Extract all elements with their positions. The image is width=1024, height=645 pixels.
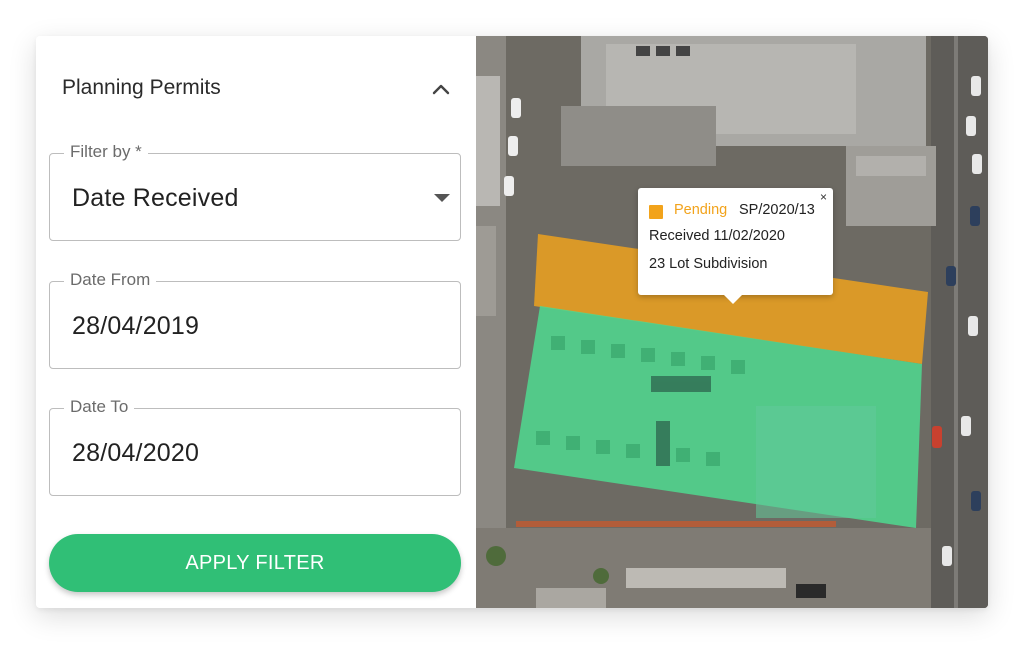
close-icon[interactable]: × (820, 190, 827, 204)
date-to-label: Date To (64, 397, 135, 417)
panel-header[interactable]: Planning Permits (36, 36, 476, 140)
panel-title: Planning Permits (62, 76, 221, 99)
filter-by-label: Filter by * (64, 142, 148, 162)
apply-filter-button[interactable]: APPLY FILTER (49, 534, 461, 592)
date-to-input[interactable] (72, 439, 412, 468)
filter-by-value: Date Received (72, 184, 239, 212)
status-text: Pending (674, 202, 728, 218)
date-from-label: Date From (64, 270, 157, 290)
status-swatch (649, 205, 663, 219)
chevron-up-icon[interactable] (426, 74, 456, 104)
popup-pointer (724, 295, 742, 304)
filter-panel: Planning Permits Filter by * Date Receiv… (36, 36, 476, 608)
permit-description: 23 Lot Subdivision (649, 256, 768, 272)
aerial-map[interactable]: × Pending SP/2020/13 Received 11/02/2020… (476, 36, 988, 608)
filter-by-select[interactable]: Filter by * Date Received (49, 142, 461, 241)
planning-permits-card: Planning Permits Filter by * Date Receiv… (36, 36, 988, 608)
permit-id: SP/2020/13 (739, 202, 815, 218)
received-date: Received 11/02/2020 (649, 228, 785, 244)
date-from-field[interactable]: Date From (49, 270, 461, 369)
permit-popup[interactable]: × Pending SP/2020/13 Received 11/02/2020… (638, 188, 833, 304)
date-from-input[interactable] (72, 312, 412, 341)
aerial-imagery (476, 36, 988, 608)
date-to-field[interactable]: Date To (49, 397, 461, 496)
caret-down-icon[interactable] (434, 194, 450, 202)
